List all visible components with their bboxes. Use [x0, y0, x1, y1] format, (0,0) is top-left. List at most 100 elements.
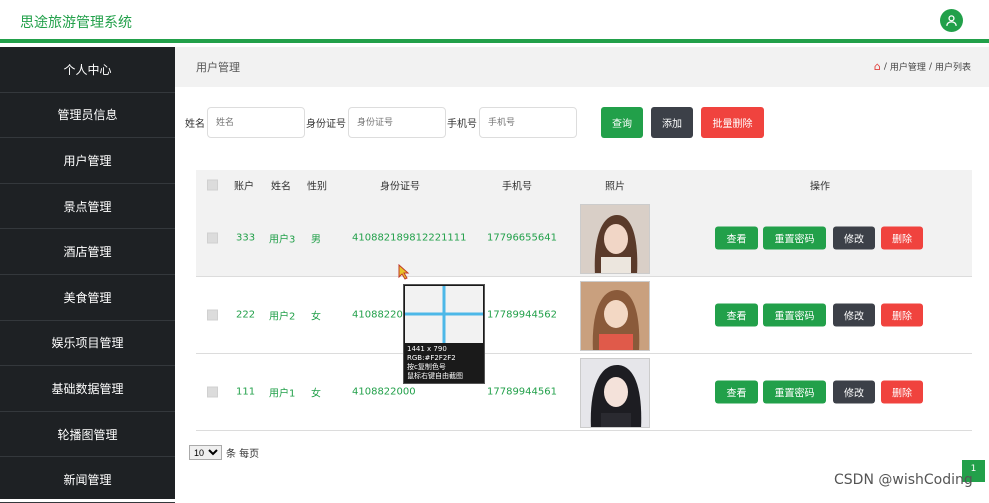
sidebar: 个人中心 管理员信息 用户管理 景点管理 酒店管理 美食管理 娱乐项目管理 基础… [0, 47, 175, 503]
sidebar-item-food-management[interactable]: 美食管理 [0, 275, 175, 321]
reset-password-button[interactable]: 重置密码 [763, 226, 826, 250]
user-account-button[interactable] [940, 9, 963, 32]
column-header-actions: 操作 [810, 181, 830, 193]
breadcrumb-item-user-management[interactable]: 用户管理 [890, 60, 926, 73]
sidebar-item-label: 轮播图管理 [57, 427, 118, 442]
app-title: 思途旅游管理系统 [20, 15, 132, 31]
breadcrumb-item-user-list: 用户列表 [934, 63, 971, 73]
cell-phone: 17796655641 [487, 232, 557, 244]
sidebar-item-admin-info[interactable]: 管理员信息 [0, 93, 175, 139]
cell-phone: 17789944562 [487, 309, 557, 321]
column-header-account: 账户 [234, 181, 254, 193]
view-button[interactable]: 查看 [715, 226, 758, 250]
magnifier-view [405, 286, 483, 343]
sidebar-item-label: 美食管理 [63, 290, 112, 305]
sidebar-item-carousel-management[interactable]: 轮播图管理 [0, 412, 175, 458]
name-label: 姓名 [185, 119, 205, 130]
add-button[interactable]: 添加 [651, 107, 693, 138]
reset-password-button[interactable]: 重置密码 [763, 380, 826, 404]
user-photo[interactable] [580, 204, 650, 274]
row-checkbox[interactable] [207, 386, 218, 398]
picker-size: 1441 x 790 [407, 345, 447, 353]
reset-password-button[interactable]: 重置密码 [763, 303, 826, 327]
breadcrumb-separator: / [928, 61, 932, 72]
page-size-suffix: 条 每页 [226, 449, 260, 460]
id-card-label: 身份证号 [306, 119, 346, 130]
sidebar-item-label: 娱乐项目管理 [51, 336, 124, 351]
view-button[interactable]: 查看 [715, 380, 758, 404]
name-search-input[interactable] [207, 107, 305, 138]
home-icon[interactable]: ⌂ [874, 60, 881, 73]
table-row: 222 用户2 女 4108822000 17789944562 查看 重置密码… [196, 277, 972, 354]
cell-id-card: 4108822000 [352, 386, 416, 398]
sidebar-item-entertainment-management[interactable]: 娱乐项目管理 [0, 321, 175, 367]
sidebar-item-label: 个人中心 [63, 62, 112, 77]
page-title: 用户管理 [196, 61, 240, 74]
sidebar-item-label: 用户管理 [63, 153, 112, 168]
table-row: 333 用户3 男 410882189812221111 17796655641… [196, 200, 972, 277]
mouse-cursor-icon [398, 264, 410, 280]
sidebar-item-label: 基础数据管理 [51, 381, 124, 396]
id-card-search-input[interactable] [348, 107, 446, 138]
main-content: 用户管理 ⌂ / 用户管理 / 用户列表 姓名 身份证号 手机号 查询 添加 批… [175, 47, 989, 499]
sidebar-item-attraction-management[interactable]: 景点管理 [0, 184, 175, 230]
cell-id-card: 410882189812221111 [352, 232, 467, 244]
breadcrumb-separator: / [883, 61, 887, 72]
color-picker-overlay: 1441 x 790 RGB:#F2F2F2 按c复制色号 鼠标右键自由截图 [403, 284, 485, 384]
sidebar-item-user-management[interactable]: 用户管理 [0, 138, 175, 184]
user-table: 账户 姓名 性别 身份证号 手机号 照片 操作 333 用户3 男 410882… [196, 170, 972, 431]
select-all-checkbox[interactable] [207, 179, 218, 191]
cell-gender: 男 [311, 234, 321, 246]
picker-hint-copy: 按c复制色号 [407, 363, 446, 371]
cell-account: 333 [236, 232, 256, 244]
breadcrumb-bar: 用户管理 ⌂ / 用户管理 / 用户列表 [175, 47, 989, 87]
delete-button[interactable]: 删除 [881, 226, 923, 250]
sidebar-item-base-data-management[interactable]: 基础数据管理 [0, 366, 175, 412]
search-form: 姓名 身份证号 手机号 查询 添加 批量删除 [185, 107, 764, 138]
sidebar-item-label: 景点管理 [63, 199, 112, 214]
bulk-delete-button[interactable]: 批量删除 [701, 107, 764, 138]
sidebar-item-label: 酒店管理 [63, 245, 112, 260]
phone-search-input[interactable] [479, 107, 577, 138]
cell-phone: 17789944561 [487, 386, 557, 398]
sidebar-item-news-management[interactable]: 新闻管理 [0, 457, 175, 503]
column-header-gender: 性别 [307, 181, 327, 193]
user-icon [946, 15, 957, 26]
sidebar-item-hotel-management[interactable]: 酒店管理 [0, 229, 175, 275]
watermark: CSDN @wishCoding [834, 472, 973, 488]
cell-account: 222 [236, 309, 256, 321]
sidebar-item-label: 新闻管理 [63, 473, 112, 488]
column-header-name: 姓名 [271, 181, 291, 193]
column-header-id-card: 身份证号 [380, 181, 420, 193]
sidebar-item-label: 管理员信息 [57, 108, 118, 123]
cell-name: 用户1 [269, 388, 296, 400]
cell-gender: 女 [311, 311, 321, 323]
top-bar: 思途旅游管理系统 [0, 0, 989, 43]
view-button[interactable]: 查看 [715, 303, 758, 327]
column-header-phone: 手机号 [502, 181, 532, 193]
cell-name: 用户3 [269, 234, 296, 246]
delete-button[interactable]: 删除 [881, 303, 923, 327]
table-header: 账户 姓名 性别 身份证号 手机号 照片 操作 [196, 170, 972, 200]
cell-name: 用户2 [269, 311, 296, 323]
user-photo[interactable] [580, 358, 650, 428]
edit-button[interactable]: 修改 [833, 226, 875, 250]
cell-gender: 女 [311, 388, 321, 400]
page-size-select[interactable]: 10 [189, 445, 222, 460]
row-checkbox[interactable] [207, 232, 218, 244]
cell-account: 111 [236, 386, 256, 398]
column-header-photo: 照片 [605, 181, 625, 193]
delete-button[interactable]: 删除 [881, 380, 923, 404]
edit-button[interactable]: 修改 [833, 303, 875, 327]
table-row: 111 用户1 女 4108822000 17789944561 查看 重置密码… [196, 354, 972, 431]
query-button[interactable]: 查询 [601, 107, 643, 138]
crosshair-icon [405, 286, 483, 343]
edit-button[interactable]: 修改 [833, 380, 875, 404]
picker-info: 1441 x 790 RGB:#F2F2F2 按c复制色号 鼠标右键自由截图 [407, 345, 463, 381]
pagination: 10 条 每页 [189, 445, 259, 460]
row-checkbox[interactable] [207, 309, 218, 321]
sidebar-item-personal-center[interactable]: 个人中心 [0, 47, 175, 93]
picker-hint-screenshot: 鼠标右键自由截图 [407, 372, 463, 380]
picker-rgb: RGB:#F2F2F2 [407, 354, 456, 362]
user-photo[interactable] [580, 281, 650, 351]
